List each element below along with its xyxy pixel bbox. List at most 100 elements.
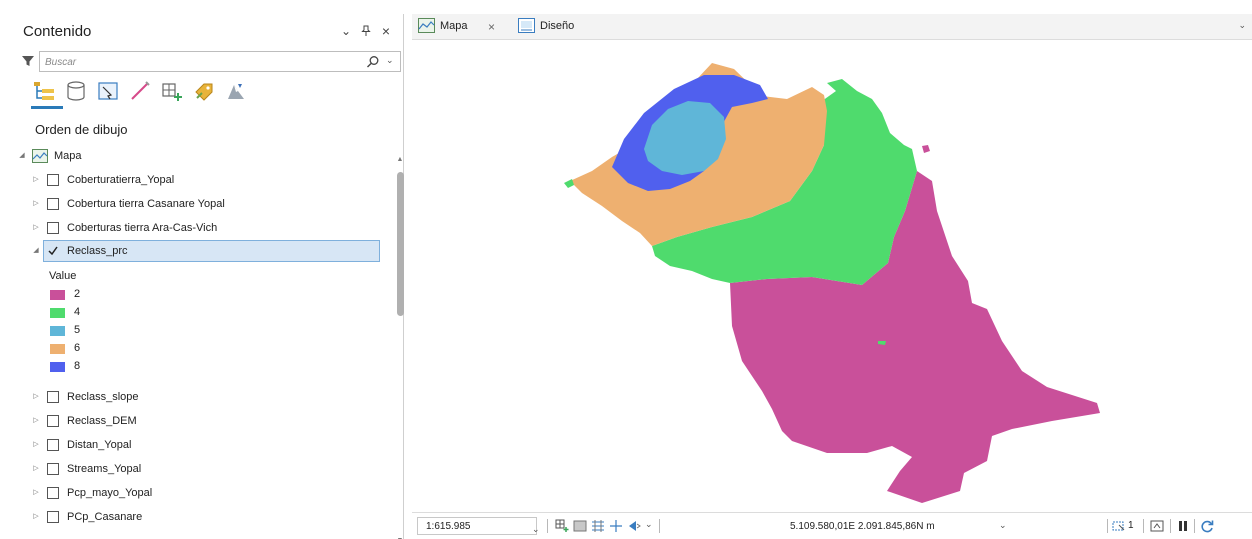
expand-triangle-icon[interactable]: ▷ <box>31 198 41 210</box>
contents-pane-title: Contenido <box>23 23 92 40</box>
map-speck <box>922 145 930 153</box>
pane-pin-icon[interactable] <box>359 25 373 39</box>
list-by-source-icon[interactable] <box>65 80 87 102</box>
contents-pane: Contenido ⌄ × ⌄ <box>13 14 404 539</box>
expand-triangle-icon[interactable]: ▷ <box>31 391 41 403</box>
list-by-charts-icon[interactable] <box>225 80 247 102</box>
layer-row[interactable]: ▷ PCp_Casanare <box>13 507 385 527</box>
pane-options-chevron-icon[interactable]: ⌄ <box>339 25 353 37</box>
navigation-icon[interactable] <box>627 519 641 533</box>
layer-row[interactable]: ▷ Coberturas tierra Ara-Cas-Vich <box>13 218 385 238</box>
tabstrip-overflow-chevron-icon[interactable]: ⌄ <box>1238 20 1246 31</box>
search-input[interactable] <box>45 54 345 70</box>
layer-label: Coberturas tierra Ara-Cas-Vich <box>67 222 218 234</box>
layer-visibility-checkbox[interactable] <box>47 487 59 499</box>
legend-label: 2 <box>74 288 81 300</box>
layout-icon <box>518 18 535 33</box>
expand-triangle-icon[interactable]: ▷ <box>31 463 41 475</box>
tab-map[interactable]: Mapa × <box>418 18 510 44</box>
expand-chevron-icon[interactable]: ◢ <box>17 150 27 162</box>
layer-label: PCp_Casanare <box>67 511 143 523</box>
scroll-up-icon[interactable]: ▲ <box>396 156 404 166</box>
pause-drawing-icon[interactable] <box>1176 519 1190 533</box>
layer-label: Pcp_mayo_Yopal <box>67 487 153 499</box>
tree-node-label: Mapa <box>54 150 82 162</box>
layer-visibility-checkbox[interactable] <box>47 439 59 451</box>
tools-chevron-icon[interactable]: ⌄ <box>645 519 653 530</box>
expand-triangle-icon[interactable]: ▷ <box>31 174 41 186</box>
pane-close-icon[interactable]: × <box>379 24 393 38</box>
contents-toolbar <box>31 80 331 110</box>
layer-row[interactable]: ▷ Coberturatierra_Yopal <box>13 170 385 190</box>
layer-row[interactable]: ▷ Cobertura tierra Casanare Yopal <box>13 194 385 214</box>
expand-triangle-icon[interactable]: ▷ <box>31 487 41 499</box>
layer-row[interactable]: ▷ Streams_Yopal <box>13 459 385 479</box>
legend-label: 4 <box>74 306 81 318</box>
layer-label: Reclass_slope <box>67 391 139 403</box>
status-separator <box>1143 519 1144 533</box>
search-icon[interactable] <box>366 55 380 69</box>
map-icon <box>418 18 435 33</box>
layer-row[interactable]: ▷ Reclass_slope <box>13 387 385 407</box>
legend-item: 6 <box>50 341 150 357</box>
grid-add-icon[interactable] <box>555 519 569 533</box>
layer-label: Streams_Yopal <box>67 463 142 475</box>
filter-icon[interactable] <box>21 54 35 68</box>
drawing-order-heading: Orden de dibujo <box>35 122 128 137</box>
view-tabstrip: Mapa × Diseño ⌄ <box>412 14 1252 44</box>
layer-row-selected[interactable]: ◢ Reclass_prc <box>13 240 385 262</box>
list-by-selection-icon[interactable] <box>97 80 119 102</box>
legend-item: 4 <box>50 305 150 321</box>
layer-visibility-checkbox[interactable] <box>47 463 59 475</box>
list-by-editing-icon[interactable] <box>129 80 151 102</box>
scale-chevron-icon[interactable]: ⌄ <box>532 524 540 535</box>
contents-scrollbar[interactable]: ▲ ▼ <box>396 156 404 539</box>
layer-visibility-checkbox-checked[interactable] <box>47 245 59 257</box>
tree-node-map[interactable]: ◢ Mapa <box>13 146 385 166</box>
layer-row[interactable]: ▷ Distan_Yopal <box>13 435 385 455</box>
tab-layout[interactable]: Diseño <box>518 18 598 40</box>
layer-row[interactable]: ▷ Pcp_mayo_Yopal <box>13 483 385 503</box>
contents-pane-header: Contenido ⌄ × <box>13 14 404 50</box>
scale-selector[interactable]: 1:615.985 ⌄ <box>417 517 540 535</box>
table-icon[interactable] <box>573 519 587 533</box>
collapse-chevron-icon[interactable]: ◢ <box>31 245 41 257</box>
expand-triangle-icon[interactable]: ▷ <box>31 415 41 427</box>
list-by-snapping-icon[interactable] <box>161 80 183 102</box>
list-by-drawing-order-icon[interactable] <box>33 80 55 102</box>
tab-close-icon[interactable]: × <box>488 20 495 34</box>
status-separator <box>1170 519 1171 533</box>
layer-visibility-checkbox[interactable] <box>47 415 59 427</box>
layer-visibility-checkbox[interactable] <box>47 511 59 523</box>
expand-triangle-icon[interactable]: ▷ <box>31 222 41 234</box>
expand-triangle-icon[interactable]: ▷ <box>31 511 41 523</box>
layer-row[interactable]: ▷ Reclass_DEM <box>13 411 385 431</box>
crosshair-icon[interactable] <box>609 519 623 533</box>
legend-label: 8 <box>74 360 81 372</box>
map-extent-icon[interactable] <box>1150 519 1164 533</box>
layer-visibility-checkbox[interactable] <box>47 174 59 186</box>
layer-visibility-checkbox[interactable] <box>47 391 59 403</box>
legend-item: 8 <box>50 359 150 375</box>
legend-label: 5 <box>74 324 81 336</box>
tab-label: Mapa <box>440 20 468 32</box>
scrollbar-thumb[interactable] <box>397 172 404 316</box>
selected-features-icon[interactable] <box>1112 519 1126 533</box>
search-options-chevron-icon[interactable]: ⌄ <box>386 55 396 67</box>
refresh-icon[interactable] <box>1200 519 1214 533</box>
legend-swatch <box>50 308 65 318</box>
map-status-bar: 1:615.985 ⌄ ⌄ 5.109.580,01E 2.091.845,86… <box>412 512 1252 539</box>
coordinates-chevron-icon[interactable]: ⌄ <box>999 520 1007 531</box>
layer-label: Reclass_DEM <box>67 415 137 427</box>
status-separator <box>1194 519 1195 533</box>
scale-value: 1:615.985 <box>426 521 471 532</box>
grid-snapping-icon[interactable] <box>591 519 605 533</box>
search-box: ⌄ <box>39 51 401 72</box>
status-separator <box>659 519 660 533</box>
layer-visibility-checkbox[interactable] <box>47 198 59 210</box>
expand-triangle-icon[interactable]: ▷ <box>31 439 41 451</box>
search-row: ⌄ <box>21 51 401 73</box>
list-by-labeling-icon[interactable] <box>193 80 215 102</box>
layer-visibility-checkbox[interactable] <box>47 222 59 234</box>
map-canvas[interactable] <box>412 41 1252 507</box>
